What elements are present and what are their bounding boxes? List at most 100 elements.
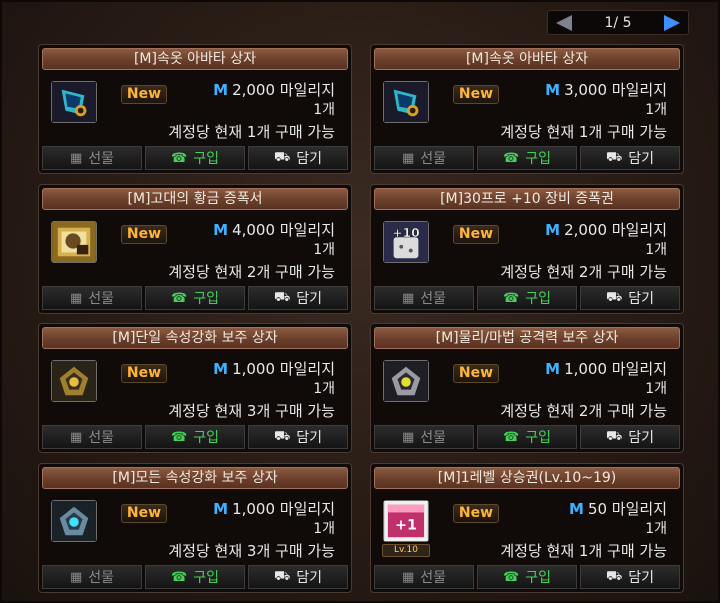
gift-button[interactable]: ▦ 선물 — [374, 146, 474, 170]
buy-label: 구입 — [193, 151, 219, 167]
cart-label: 담기 — [628, 291, 655, 307]
cart-label: 담기 — [628, 570, 655, 586]
gift-icon: ▦ — [69, 150, 83, 166]
buy-icon: ☎ — [503, 429, 520, 445]
buy-button[interactable]: ☎ 구입 — [477, 425, 577, 449]
buy-icon: ☎ — [171, 150, 188, 166]
underwear-box-icon[interactable] — [383, 81, 429, 123]
price-value: 3,000 마일리지 — [564, 81, 667, 99]
gift-icon: ▦ — [69, 290, 83, 306]
gift-button[interactable]: ▦ 선물 — [42, 425, 142, 449]
buy-button[interactable]: ☎ 구입 — [145, 146, 245, 170]
gift-icon: ▦ — [401, 150, 415, 166]
item-price: M 50 마일리지 — [569, 499, 667, 519]
gift-button[interactable]: ▦ 선물 — [42, 146, 142, 170]
item-title: [M]30프로 +10 장비 증폭권 — [374, 188, 680, 210]
prev-page-arrow-icon[interactable] — [556, 14, 572, 31]
orb-box-gold-icon[interactable] — [51, 360, 97, 402]
gift-icon: ▦ — [401, 429, 415, 445]
buy-icon: ☎ — [503, 290, 520, 306]
action-buttons: ▦ 선물 ☎ 구입 ⛟ 담기 — [42, 425, 348, 449]
level-up-ticket-icon[interactable]: +1 — [383, 500, 429, 542]
gift-icon: ▦ — [69, 569, 83, 585]
buy-button[interactable]: ☎ 구입 — [145, 425, 245, 449]
orb-box-blue-icon[interactable] — [51, 500, 97, 542]
plus10-ticket-icon[interactable]: +10 — [383, 221, 429, 263]
new-badge: New — [453, 364, 499, 383]
gift-label: 선물 — [420, 291, 447, 307]
cart-label: 담기 — [296, 151, 323, 167]
gift-button[interactable]: ▦ 선물 — [42, 565, 142, 589]
item-quantity: 1개 — [645, 381, 667, 397]
purchase-limit: 계정당 현재 2개 구매 가능 — [500, 402, 667, 420]
item-price: M 1,000 마일리지 — [545, 359, 667, 379]
item-quantity: 1개 — [645, 521, 667, 537]
buy-button[interactable]: ☎ 구입 — [477, 146, 577, 170]
purchase-limit: 계정당 현재 2개 구매 가능 — [500, 263, 667, 281]
buy-button[interactable]: ☎ 구입 — [145, 565, 245, 589]
cart-button[interactable]: ⛟ 담기 — [580, 565, 680, 589]
buy-button[interactable]: ☎ 구입 — [477, 565, 577, 589]
item-title: [M]1레벨 상승권(Lv.10~19) — [374, 467, 680, 489]
orb-box-silver-icon[interactable] — [383, 360, 429, 402]
gift-button[interactable]: ▦ 선물 — [374, 286, 474, 310]
price-value: 1,000 마일리지 — [232, 500, 335, 518]
item-price: M 1,000 마일리지 — [213, 359, 335, 379]
item-title: [M]고대의 황금 증폭서 — [42, 188, 348, 210]
mileage-icon: M — [213, 221, 229, 239]
item-price: M 2,000 마일리지 — [213, 80, 335, 100]
cart-button[interactable]: ⛟ 담기 — [248, 146, 348, 170]
cart-button[interactable]: ⛟ 담기 — [580, 286, 680, 310]
buy-label: 구입 — [525, 291, 551, 307]
action-buttons: ▦ 선물 ☎ 구입 ⛟ 담기 — [42, 565, 348, 589]
cart-button[interactable]: ⛟ 담기 — [248, 425, 348, 449]
cart-button[interactable]: ⛟ 담기 — [580, 425, 680, 449]
item-title: [M]속옷 아바타 상자 — [374, 48, 680, 70]
cart-button[interactable]: ⛟ 담기 — [580, 146, 680, 170]
purchase-limit: 계정당 현재 1개 구매 가능 — [168, 123, 335, 141]
cart-button[interactable]: ⛟ 담기 — [248, 286, 348, 310]
mileage-icon: M — [213, 500, 229, 518]
item-quantity: 1개 — [645, 102, 667, 118]
action-buttons: ▦ 선물 ☎ 구입 ⛟ 담기 — [374, 146, 680, 170]
cart-icon: ⛟ — [605, 289, 623, 305]
golden-scroll-icon[interactable] — [51, 221, 97, 263]
item-card: [M]속옷 아바타 상자 New M 2,000 마일리지 1개 계정당 현재 1… — [38, 44, 352, 174]
underwear-box-icon[interactable] — [51, 81, 97, 123]
buy-label: 구입 — [193, 570, 219, 586]
item-price: M 2,000 마일리지 — [545, 220, 667, 240]
buy-button[interactable]: ☎ 구입 — [477, 286, 577, 310]
svg-text:+10: +10 — [392, 226, 420, 240]
gift-button[interactable]: ▦ 선물 — [42, 286, 142, 310]
pager: 1/ 5 — [547, 10, 689, 35]
action-buttons: ▦ 선물 ☎ 구입 ⛟ 담기 — [374, 565, 680, 589]
buy-label: 구입 — [525, 151, 551, 167]
item-price: M 4,000 마일리지 — [213, 220, 335, 240]
mileage-icon: M — [545, 360, 561, 378]
action-buttons: ▦ 선물 ☎ 구입 ⛟ 담기 — [374, 286, 680, 310]
buy-icon: ☎ — [171, 429, 188, 445]
buy-icon: ☎ — [503, 150, 520, 166]
item-quantity: 1개 — [313, 521, 335, 537]
level-tag: Lv.10 — [382, 544, 430, 557]
buy-button[interactable]: ☎ 구입 — [145, 286, 245, 310]
item-card: [M]모든 속성강화 보주 상자 New M 1,000 마일리지 1개 계정당 … — [38, 463, 352, 593]
gift-button[interactable]: ▦ 선물 — [374, 565, 474, 589]
cart-icon: ⛟ — [273, 428, 291, 444]
gift-label: 선물 — [88, 570, 115, 586]
item-price: M 1,000 마일리지 — [213, 499, 335, 519]
gift-button[interactable]: ▦ 선물 — [374, 425, 474, 449]
item-card: [M]단일 속성강화 보주 상자 New M 1,000 마일리지 1개 계정당 … — [38, 323, 352, 453]
cart-button[interactable]: ⛟ 담기 — [248, 565, 348, 589]
gift-label: 선물 — [88, 291, 115, 307]
buy-icon: ☎ — [171, 569, 188, 585]
cart-icon: ⛟ — [273, 289, 291, 305]
cart-icon: ⛟ — [605, 149, 623, 165]
item-card: [M]1레벨 상승권(Lv.10~19) +1 Lv.10 New M 50 마일… — [370, 463, 684, 593]
next-page-arrow-icon[interactable] — [663, 14, 680, 31]
price-value: 2,000 마일리지 — [232, 81, 335, 99]
gift-label: 선물 — [88, 151, 115, 167]
purchase-limit: 계정당 현재 3개 구매 가능 — [168, 542, 335, 560]
price-value: 1,000 마일리지 — [232, 360, 335, 378]
cart-label: 담기 — [628, 151, 655, 167]
